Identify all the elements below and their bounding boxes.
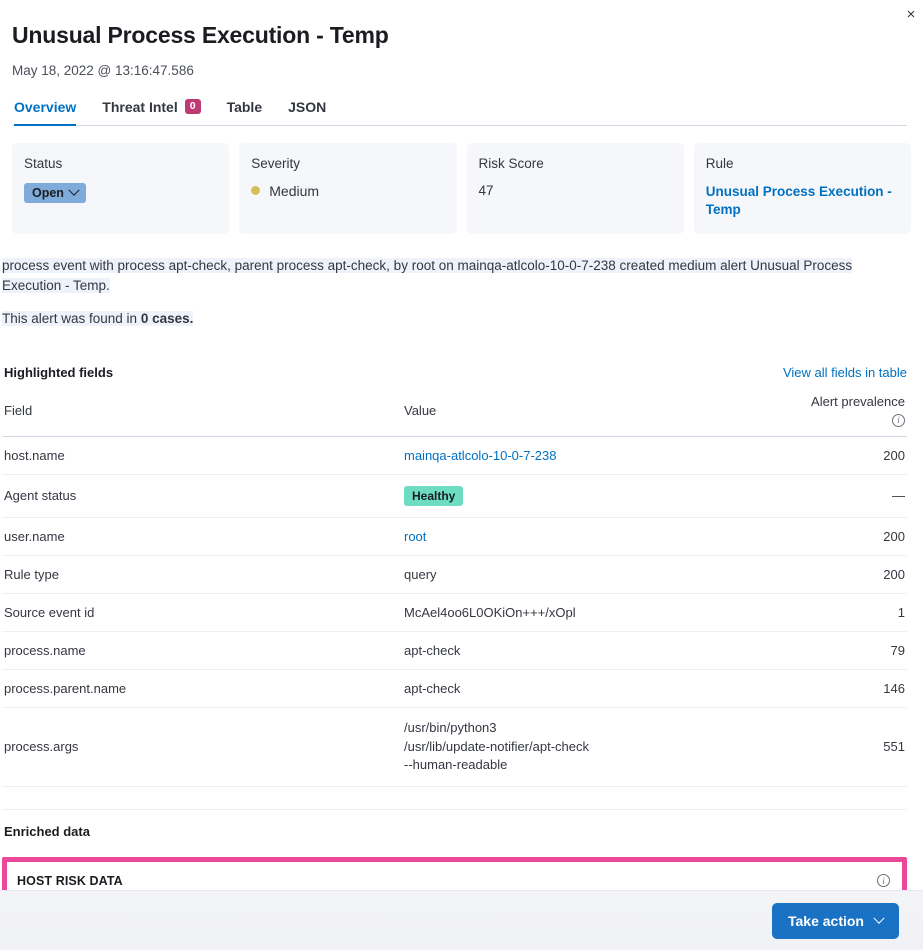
field-name-cell: process.args [2, 707, 402, 787]
field-name-cell: Source event id [2, 593, 402, 631]
field-name-cell: host.name [2, 436, 402, 474]
risk-score-card-label: Risk Score [479, 156, 672, 171]
field-name-cell: Agent status [2, 474, 402, 517]
field-name-cell: process.name [2, 631, 402, 669]
column-header-prevalence-label: Alert prevalence [811, 394, 905, 409]
field-value-link[interactable]: mainqa-atlcolo-10-0-7-238 [404, 448, 556, 463]
table-row: user.nameroot 200 [2, 517, 907, 555]
summary-cards: Status Open Severity Medium Risk Score 4… [0, 126, 923, 234]
field-value-cell: root [402, 517, 807, 555]
status-value: Open [32, 186, 64, 200]
status-dropdown-button[interactable]: Open [24, 183, 86, 203]
take-action-button[interactable]: Take action [772, 903, 899, 939]
cases-line: This alert was found in 0 cases. [2, 310, 907, 328]
field-name-cell: user.name [2, 517, 402, 555]
severity-card: Severity Medium [239, 143, 456, 234]
cases-prefix: This alert was found in [2, 311, 141, 326]
tab-json-label: JSON [288, 99, 326, 115]
info-icon[interactable]: i [892, 414, 905, 427]
severity-card-label: Severity [251, 156, 444, 171]
status-card-label: Status [24, 156, 217, 171]
tab-table[interactable]: Table [227, 99, 263, 126]
risk-score-value: 47 [479, 183, 672, 198]
enriched-data-title: Enriched data [2, 824, 907, 839]
chevron-down-icon [873, 912, 884, 923]
highlighted-fields-header: Highlighted fields View all fields in ta… [2, 365, 907, 380]
field-value-cell: mainqa-atlcolo-10-0-7-238 [402, 436, 807, 474]
host-risk-data-title: HOST RISK DATA [17, 874, 123, 888]
table-row: host.namemainqa-atlcolo-10-0-7-238 200 [2, 436, 907, 474]
field-value-cell: McAel4oo6L0OKiOn+++/xOpl [402, 593, 807, 631]
rule-link[interactable]: Unusual Process Execution - Temp [706, 183, 899, 219]
alert-prevalence-cell [807, 787, 907, 810]
column-header-prevalence: Alert prevalence i [807, 394, 907, 436]
table-row: Rule typequery200 [2, 555, 907, 593]
field-value-cell: /usr/bin/python3 /usr/lib/update-notifie… [402, 707, 807, 787]
tab-overview[interactable]: Overview [14, 99, 76, 126]
field-value-cell: Healthy [402, 474, 807, 517]
tab-json[interactable]: JSON [288, 99, 326, 126]
cases-text: This alert was found in 0 cases. [2, 311, 193, 326]
field-value-cell [402, 787, 807, 810]
tab-bar: Overview Threat Intel 0 Table JSON [12, 98, 907, 126]
flyout-header: Unusual Process Execution - Temp May 18,… [0, 0, 923, 78]
alert-prevalence-cell: 200 [807, 517, 907, 555]
column-header-value: Value [402, 394, 807, 436]
severity-dot-icon [251, 186, 260, 195]
take-action-label: Take action [788, 913, 864, 929]
field-name-cell [2, 787, 402, 810]
close-icon[interactable]: × [901, 4, 921, 24]
chevron-down-icon [68, 184, 79, 195]
info-icon[interactable]: i [877, 874, 890, 887]
agent-status-badge: Healthy [404, 486, 463, 506]
alert-prevalence-cell: 551 [807, 707, 907, 787]
risk-score-card: Risk Score 47 [467, 143, 684, 234]
status-card: Status Open [12, 143, 229, 234]
alert-prevalence-cell: 200 [807, 436, 907, 474]
column-header-field: Field [2, 394, 402, 436]
table-header-row: Field Value Alert prevalence i [2, 394, 907, 436]
table-row: process.parent.nameapt-check146 [2, 669, 907, 707]
table-row: Agent statusHealthy — [2, 474, 907, 517]
host-risk-data-header: HOST RISK DATA i [17, 874, 890, 888]
alert-prevalence-cell: 146 [807, 669, 907, 707]
field-value-cell: apt-check [402, 669, 807, 707]
field-name-cell: process.parent.name [2, 669, 402, 707]
alert-reason-text: process event with process apt-check, pa… [2, 258, 852, 293]
tab-threat-intel[interactable]: Threat Intel 0 [102, 99, 200, 126]
tab-overview-label: Overview [14, 99, 76, 115]
threat-intel-count-badge: 0 [185, 99, 201, 115]
alert-prevalence-cell: 1 [807, 593, 907, 631]
alert-reason-section: process event with process apt-check, pa… [0, 234, 923, 945]
table-row [2, 787, 907, 810]
highlighted-fields-section: Highlighted fields View all fields in ta… [2, 365, 907, 810]
alert-prevalence-cell: 200 [807, 555, 907, 593]
table-row: process.nameapt-check79 [2, 631, 907, 669]
flyout-footer: Take action [0, 890, 923, 950]
tab-threat-intel-label: Threat Intel [102, 99, 177, 115]
alert-prevalence-cell: — [807, 474, 907, 517]
cases-count: 0 cases. [141, 311, 194, 326]
alert-details-flyout: × Unusual Process Execution - Temp May 1… [0, 0, 923, 950]
highlighted-fields-table: Field Value Alert prevalence i host.namem… [2, 394, 907, 810]
field-name-cell: Rule type [2, 555, 402, 593]
field-value-link[interactable]: root [404, 529, 426, 544]
alert-timestamp: May 18, 2022 @ 13:16:47.586 [12, 63, 907, 78]
page-title: Unusual Process Execution - Temp [12, 22, 907, 50]
severity-value-row: Medium [251, 183, 444, 199]
alert-prevalence-cell: 79 [807, 631, 907, 669]
table-row: Source event idMcAel4oo6L0OKiOn+++/xOpl1 [2, 593, 907, 631]
table-row: process.args/usr/bin/python3 /usr/lib/up… [2, 707, 907, 787]
highlighted-fields-title: Highlighted fields [4, 365, 113, 380]
field-value-cell: apt-check [402, 631, 807, 669]
severity-value: Medium [269, 183, 319, 199]
tab-table-label: Table [227, 99, 263, 115]
rule-card-label: Rule [706, 156, 899, 171]
rule-card: Rule Unusual Process Execution - Temp [694, 143, 911, 234]
field-value-cell: query [402, 555, 807, 593]
view-all-fields-link[interactable]: View all fields in table [783, 365, 907, 380]
